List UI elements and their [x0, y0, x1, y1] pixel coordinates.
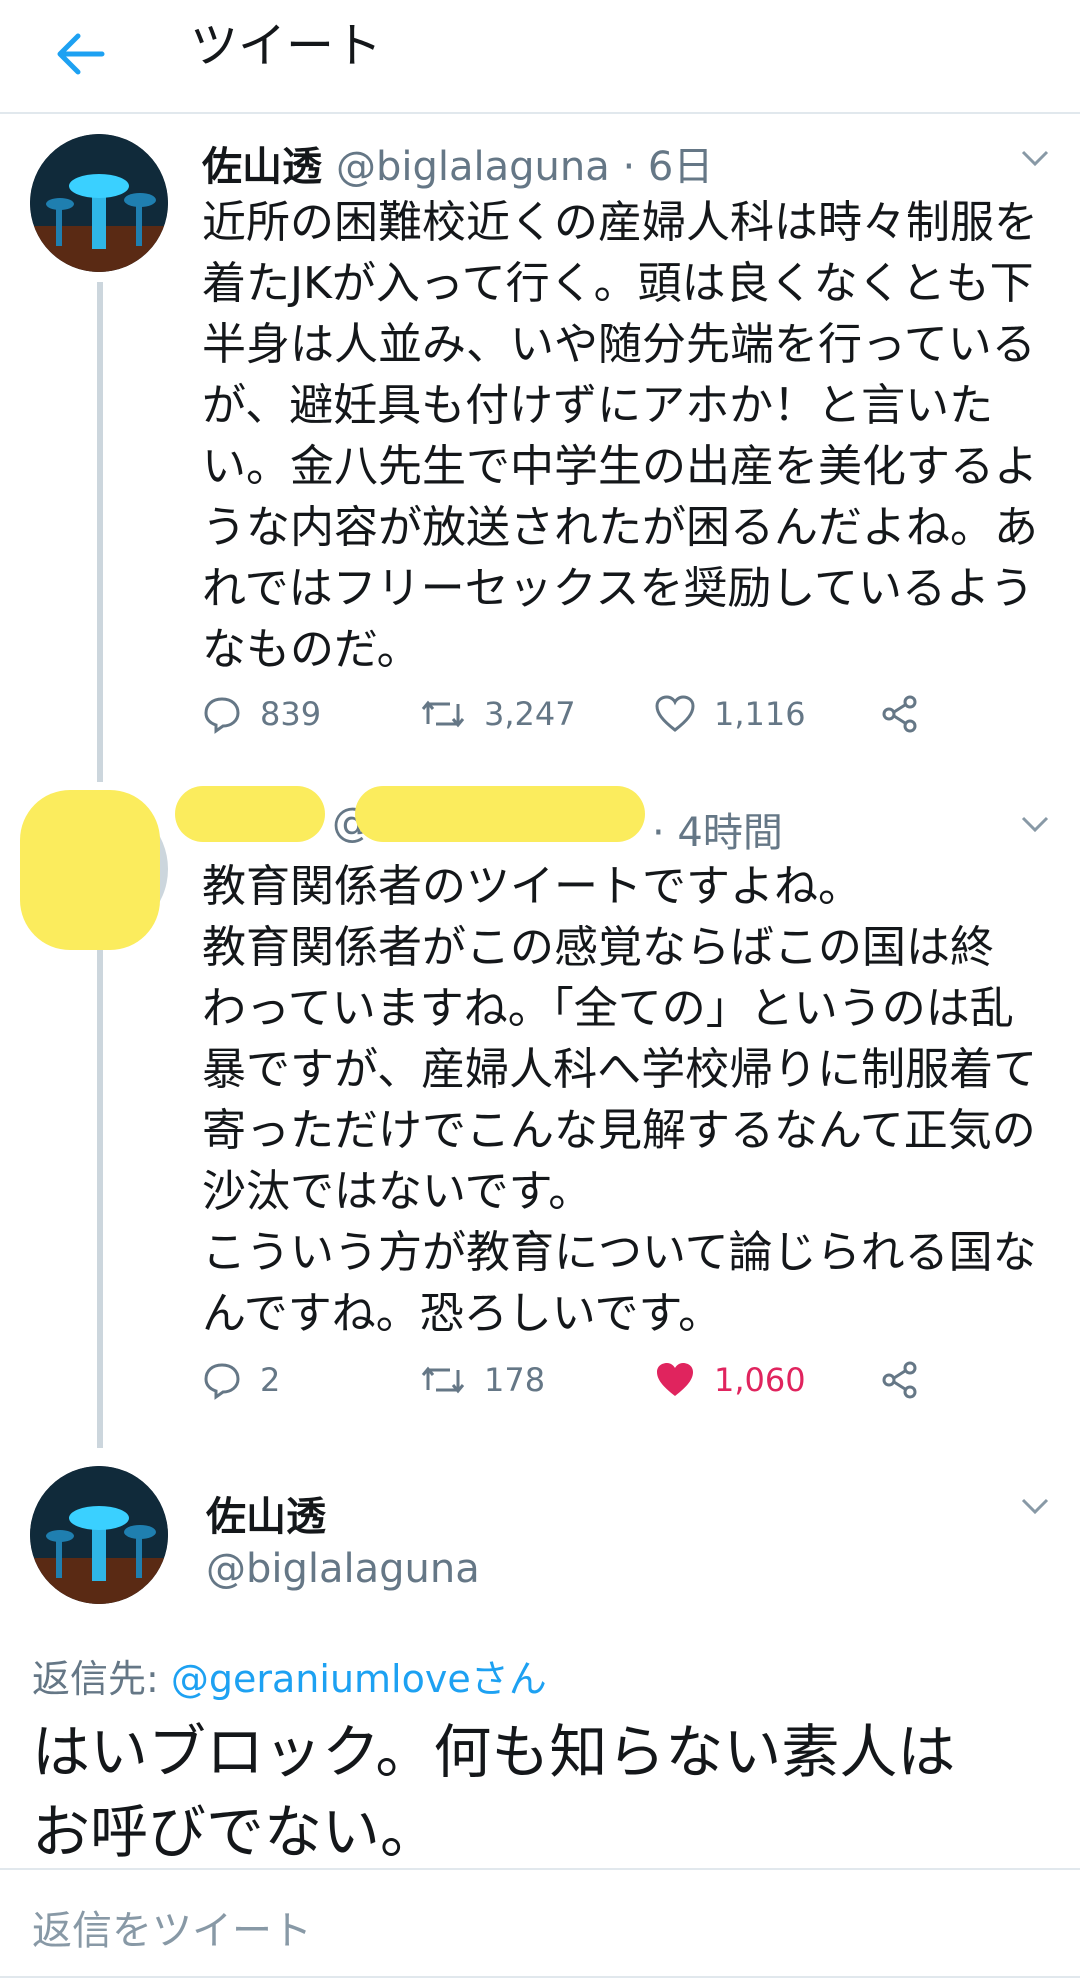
chevron-down-icon[interactable]: [1020, 1496, 1050, 1516]
tweet-time[interactable]: · 4時間: [652, 800, 783, 858]
retweet-icon: [420, 694, 466, 734]
back-arrow-icon[interactable]: [52, 24, 112, 84]
retweet-icon: [420, 1360, 466, 1400]
reply-to-label: 返信先:: [32, 1657, 171, 1701]
divider: [0, 1976, 1080, 1978]
page-title: ツイート: [190, 18, 383, 74]
reply-count: 2: [260, 1361, 281, 1399]
reply-action[interactable]: 839: [202, 694, 321, 734]
share-action[interactable]: [880, 1360, 920, 1400]
reply-icon: [202, 694, 242, 734]
chevron-down-icon[interactable]: [1020, 148, 1050, 168]
author-handle[interactable]: @biglalaguna: [206, 1546, 480, 1592]
chevron-down-icon[interactable]: [1020, 814, 1050, 834]
tweet-header: 佐山透 @biglalaguna · 6日: [202, 134, 713, 192]
avatar[interactable]: [30, 134, 168, 272]
tweet-text: 教育関係者のツイートですよね。 教育関係者がこの感覚ならばこの国は終 わっていま…: [202, 861, 1038, 1339]
like-count: 1,060: [714, 1361, 806, 1399]
reply-icon: [202, 1360, 242, 1400]
main-tweet-text: はいブロック。何も知らない素人は お呼びでない。: [32, 1718, 956, 1866]
author-name[interactable]: 佐山透: [202, 134, 322, 192]
heart-icon: [654, 694, 696, 734]
reply-to-mention[interactable]: @geraniumloveさん: [171, 1657, 547, 1701]
like-action[interactable]: 1,060: [654, 1360, 806, 1400]
share-icon: [880, 694, 920, 734]
share-icon: [880, 1360, 920, 1400]
thread-line: [97, 282, 103, 782]
like-action[interactable]: 1,116: [654, 694, 806, 734]
top-bar: [0, 0, 1080, 114]
retweet-action[interactable]: 178: [420, 1360, 545, 1400]
author-meta[interactable]: @biglalaguna · 6日: [336, 134, 713, 192]
retweet-count: 178: [484, 1361, 546, 1399]
reply-to-line: 返信先: @geraniumloveさん: [32, 1648, 547, 1703]
reply-count: 839: [260, 695, 322, 733]
redaction-mark: [20, 790, 160, 950]
retweet-count: 3,247: [484, 695, 576, 733]
redaction-mark: [175, 786, 325, 842]
like-count: 1,116: [714, 695, 806, 733]
avatar[interactable]: [30, 1466, 168, 1604]
reply-input-placeholder[interactable]: 返信をツイート: [32, 1898, 312, 1956]
redaction-mark: [355, 786, 645, 842]
share-action[interactable]: [880, 694, 920, 734]
reply-action[interactable]: 2: [202, 1360, 280, 1400]
thread-line: [97, 948, 103, 1448]
retweet-action[interactable]: 3,247: [420, 694, 576, 734]
heart-filled-icon: [654, 1360, 696, 1400]
tweet-text: 近所の困難校近くの産婦人科は時々制服を 着たJKが入って行く。頭は良くなくとも下…: [202, 197, 1038, 675]
author-name[interactable]: 佐山透: [206, 1484, 326, 1542]
